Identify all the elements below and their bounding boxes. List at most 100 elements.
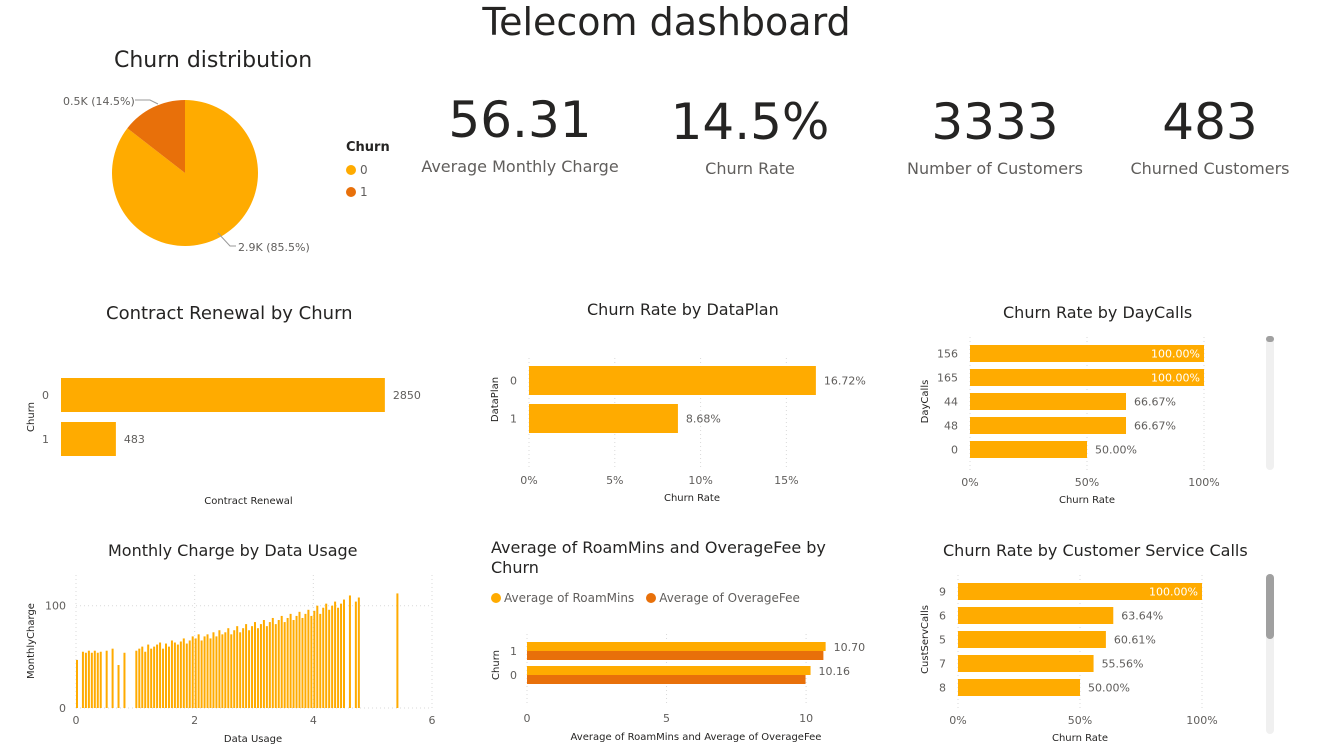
bar-overagefee-0[interactable] — [527, 675, 806, 684]
column-bar[interactable] — [277, 620, 280, 708]
bar-overagefee-1[interactable] — [527, 651, 824, 660]
column-bar[interactable] — [153, 646, 156, 708]
column-bar[interactable] — [176, 644, 179, 708]
roam-overage-chart[interactable]: 0 5 10 1 10.70 0 10.16 Churn Average of RoamMins… — [485, 615, 885, 745]
column-bar[interactable] — [87, 650, 90, 708]
column-bar[interactable] — [254, 622, 256, 708]
bar-6[interactable] — [958, 607, 1114, 624]
column-bar[interactable] — [230, 634, 233, 708]
column-bar[interactable] — [123, 652, 126, 708]
column-bar[interactable] — [262, 620, 265, 708]
column-bar[interactable] — [173, 642, 176, 708]
column-bar[interactable] — [165, 643, 167, 708]
bar-roammins-1[interactable] — [527, 642, 826, 651]
column-bar[interactable] — [167, 646, 170, 708]
column-bar[interactable] — [259, 624, 262, 708]
bar-roammins-0[interactable] — [527, 666, 811, 675]
column-bar[interactable] — [322, 607, 325, 708]
custserv-scrollbar[interactable] — [1266, 574, 1274, 734]
column-bar[interactable] — [221, 634, 224, 708]
column-bar[interactable] — [156, 644, 159, 708]
bar-48[interactable] — [970, 417, 1127, 434]
column-bar[interactable] — [313, 610, 316, 708]
column-bar[interactable] — [304, 613, 307, 708]
column-bar[interactable] — [286, 617, 289, 708]
column-bar[interactable] — [340, 603, 343, 708]
column-bar[interactable] — [283, 622, 286, 708]
column-bar[interactable] — [215, 636, 218, 708]
column-bar[interactable] — [147, 644, 150, 708]
bar-1[interactable] — [61, 422, 116, 456]
column-bar[interactable] — [150, 648, 153, 708]
column-bar[interactable] — [99, 651, 102, 708]
column-bar[interactable] — [185, 643, 188, 708]
bar-7[interactable] — [958, 655, 1094, 672]
column-bar[interactable] — [251, 626, 254, 708]
column-bar[interactable] — [348, 595, 351, 708]
column-bar[interactable] — [93, 650, 96, 708]
column-bar[interactable] — [144, 651, 147, 708]
column-bar[interactable] — [328, 609, 331, 708]
column-bar[interactable] — [242, 628, 245, 708]
column-bar[interactable] — [81, 651, 84, 708]
column-bar[interactable] — [233, 630, 236, 708]
column-bar[interactable] — [218, 630, 221, 708]
column-bar[interactable] — [274, 624, 277, 708]
column-bar[interactable] — [307, 609, 310, 708]
column-bar[interactable] — [295, 615, 298, 708]
column-bar[interactable] — [245, 624, 248, 708]
bar-5[interactable] — [958, 631, 1106, 648]
column-bar[interactable] — [354, 601, 357, 708]
custserv-scroll-thumb[interactable] — [1266, 574, 1274, 639]
daycalls-chart[interactable]: 0% 50% 100% 156 100.00% 165 100.00% 44 66.67% 48 6… — [912, 335, 1257, 510]
column-bar[interactable] — [301, 617, 304, 708]
monthly-charge-chart[interactable]: 0 2 4 6 0 100 MonthlyCharge Data Usage — [20, 565, 450, 745]
column-bar[interactable] — [256, 628, 259, 708]
column-bar[interactable] — [357, 597, 360, 708]
column-bar[interactable] — [179, 641, 182, 709]
column-bar[interactable] — [310, 615, 313, 708]
column-bar[interactable] — [111, 648, 114, 708]
bar-1[interactable] — [529, 404, 678, 433]
daycalls-scrollbar[interactable] — [1266, 336, 1274, 470]
column-bar[interactable] — [170, 640, 173, 708]
custserv-chart[interactable]: 0% 50% 100% 9 100.00% 6 63.64% 5 60.61% 7 55.56% 8 5… — [912, 572, 1257, 745]
column-bar[interactable] — [331, 605, 334, 708]
daycalls-scroll-thumb[interactable] — [1266, 336, 1274, 342]
column-bar[interactable] — [105, 650, 108, 708]
column-bar[interactable] — [212, 632, 215, 708]
column-bar[interactable] — [396, 593, 399, 708]
column-bar[interactable] — [337, 607, 340, 708]
dataplan-chart[interactable]: 0% 5% 10% 15% 0 16.72% 1 8.68% DataPlan Churn Rat… — [485, 325, 885, 510]
column-bar[interactable] — [224, 632, 227, 708]
column-bar[interactable] — [289, 613, 292, 708]
column-bar[interactable] — [194, 638, 197, 708]
column-bar[interactable] — [76, 659, 78, 708]
column-bar[interactable] — [343, 599, 345, 708]
column-bar[interactable] — [292, 620, 295, 708]
column-bar[interactable] — [191, 636, 194, 708]
column-bar[interactable] — [227, 628, 230, 708]
column-bar[interactable] — [162, 648, 165, 708]
churn-pie-chart[interactable]: 0.5K (14.5%) 2.9K (85.5%) — [40, 80, 340, 270]
column-bar[interactable] — [197, 634, 200, 708]
legend-item-overagefee[interactable]: Average of OverageFee — [646, 591, 800, 605]
column-bar[interactable] — [325, 603, 328, 708]
bar-0[interactable] — [61, 378, 385, 412]
column-bar[interactable] — [239, 632, 242, 708]
column-bar[interactable] — [138, 648, 141, 708]
bar-0[interactable] — [529, 366, 816, 395]
column-bar[interactable] — [236, 626, 239, 708]
column-bar[interactable] — [90, 652, 93, 708]
column-bar[interactable] — [84, 652, 87, 708]
column-bar[interactable] — [248, 630, 251, 708]
contract-renewal-chart[interactable]: 0 2850 1 483 Churn Contract Renewal — [20, 330, 450, 515]
column-bar[interactable] — [280, 615, 283, 708]
column-bar[interactable] — [206, 634, 209, 708]
column-bar[interactable] — [298, 611, 301, 708]
column-bar[interactable] — [200, 640, 203, 708]
column-bar[interactable] — [117, 665, 120, 708]
column-bar[interactable] — [203, 636, 206, 708]
column-bar[interactable] — [334, 601, 337, 708]
column-bar[interactable] — [268, 622, 271, 708]
